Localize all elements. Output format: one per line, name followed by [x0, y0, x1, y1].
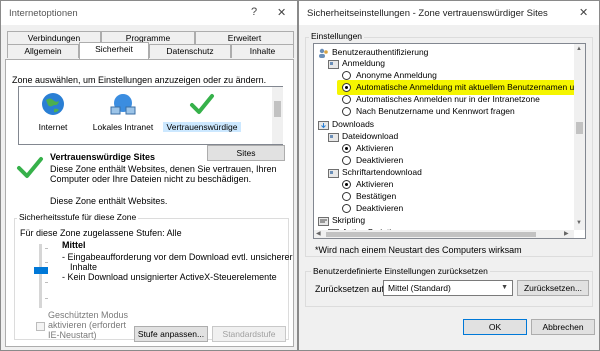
user-auth-icon: [319, 48, 328, 58]
tree-category: Dateidownload: [342, 131, 399, 141]
protected-mode-line1: Geschützten Modus: [48, 310, 129, 320]
security-level-group-label: Sicherheitsstufe für diese Zone: [17, 212, 139, 222]
reset-group-label: Benutzerdefinierte Einstellungen zurücks…: [311, 266, 490, 276]
settings-group-label: Einstellungen: [309, 31, 365, 41]
title-bar: Internetoptionen ? ✕: [1, 1, 297, 25]
custom-level-button[interactable]: Stufe anpassen...: [134, 326, 208, 342]
slider-thumb[interactable]: [34, 267, 48, 274]
level-desc-line2: Inhalte: [70, 262, 98, 272]
tree-option-label: Automatische Anmeldung mit aktuellem Ben…: [356, 82, 575, 92]
zone-label: Vertrauenswürdige: [163, 122, 241, 132]
tab-datenschutz[interactable]: Datenschutz: [149, 44, 231, 58]
tab-inhalte[interactable]: Inhalte: [231, 44, 294, 58]
radio-font-download-disable[interactable]: [342, 204, 351, 213]
hscrollbar-thumb[interactable]: [326, 232, 536, 237]
tree-category: Benutzerauthentifizierung: [332, 47, 429, 57]
settings-folder-icon: [328, 133, 339, 142]
sites-button[interactable]: Sites: [207, 145, 285, 161]
reset-to-label: Zurücksetzen auf:: [315, 284, 387, 294]
ok-button[interactable]: OK: [463, 319, 527, 335]
radio-font-download-prompt[interactable]: [342, 192, 351, 201]
tab-erweitert[interactable]: Erweitert: [195, 31, 294, 45]
tree-category: Downloads: [332, 119, 375, 129]
internet-options-window: Internetoptionen ? ✕ Verbindungen Progra…: [0, 0, 298, 351]
security-level-slider[interactable]: [34, 244, 48, 310]
downloads-icon: [318, 121, 329, 130]
scrollbar-thumb[interactable]: [274, 101, 281, 117]
radio-font-download-enable[interactable]: [342, 180, 351, 189]
tree-category: Skripting: [332, 215, 366, 225]
reset-level-select[interactable]: Mittel (Standard) ▼: [383, 280, 513, 296]
settings-folder-icon: [328, 169, 339, 178]
checkmark-icon: [17, 157, 43, 178]
settings-tree: Benutzerauthentifizierung Anmeldung Anon…: [313, 43, 586, 239]
radio-file-download-enable[interactable]: [342, 144, 351, 153]
zone-list: Internet Lokales Intranet Vertrauenswürd…: [18, 86, 283, 145]
security-tab-panel: Zone auswählen, um Einstellungen anzuzei…: [5, 59, 294, 347]
intranet-icon: [110, 94, 136, 115]
radio-anonymous-logon[interactable]: [342, 71, 351, 80]
title-bar: Sicherheitseinstellungen - Zone vertraue…: [299, 1, 599, 25]
tree-category: Schriftartendownload: [342, 167, 422, 177]
radio-intranet-logon[interactable]: [342, 95, 351, 104]
tab-sicherheit[interactable]: Sicherheit: [79, 42, 149, 59]
globe-icon: [42, 93, 64, 115]
tree-option-label: Nach Benutzername und Kennwort fragen: [356, 106, 515, 116]
zone-list-scrollbar[interactable]: [272, 87, 283, 144]
settings-tree-content: Benutzerauthentifizierung Anmeldung Anon…: [314, 44, 577, 238]
tree-category: Anmeldung: [342, 58, 386, 68]
tree-option-label: Automatisches Anmelden nur in der Intran…: [356, 94, 540, 104]
tab-allgemein[interactable]: Allgemein: [7, 44, 79, 58]
security-settings-window: Sicherheitseinstellungen - Zone vertraue…: [298, 0, 600, 351]
protected-mode-line3: IE-Neustart): [48, 330, 97, 340]
radio-automatic-logon[interactable]: [342, 83, 351, 92]
zone-label: Internet: [38, 122, 68, 132]
protected-mode-checkbox[interactable]: [36, 322, 45, 331]
scroll-left-icon[interactable]: ◀: [316, 230, 321, 237]
zone-trusted-sites[interactable]: Vertrauenswürdige: [163, 91, 241, 132]
scripting-icon: [318, 217, 329, 226]
zone-description-line1: Diese Zone enthält Websites, denen Sie v…: [50, 164, 277, 174]
settings-scrollbar[interactable]: ▲ ▼: [574, 44, 585, 230]
tree-option-label: Deaktivieren: [356, 155, 404, 165]
chevron-down-icon: ▼: [501, 284, 508, 291]
scrollbar-thumb[interactable]: [576, 122, 583, 134]
tree-option-label: Aktivieren: [356, 143, 394, 153]
reset-button[interactable]: Zurücksetzen...: [517, 280, 589, 296]
cancel-button[interactable]: Abbrechen: [531, 319, 595, 335]
window-title: Internetoptionen: [9, 8, 78, 19]
default-level-button[interactable]: Standardstufe: [212, 326, 286, 342]
close-icon[interactable]: ✕: [277, 6, 286, 19]
zone-has-sites: Diese Zone enthält Websites.: [50, 196, 168, 206]
zone-prompt: Zone auswählen, um Einstellungen anzuzei…: [12, 75, 267, 85]
scroll-right-icon[interactable]: ▶: [564, 230, 569, 237]
zone-description-line2: Computer oder Ihre Dateien nicht zu besc…: [50, 174, 252, 184]
zone-title: Vertrauenswürdige Sites: [50, 152, 156, 162]
scroll-down-icon[interactable]: ▼: [576, 220, 582, 226]
radio-prompt-credentials[interactable]: [342, 107, 351, 116]
zone-internet[interactable]: Internet: [21, 91, 85, 132]
checkmark-icon: [190, 94, 214, 114]
zone-label: Lokales Intranet: [92, 122, 154, 132]
protected-mode-line2: aktivieren (erfordert: [48, 320, 127, 330]
close-icon[interactable]: ✕: [579, 6, 588, 19]
restart-note: *Wird nach einem Neustart des Computers …: [315, 245, 522, 255]
tree-option-label: Aktivieren: [356, 179, 394, 189]
window-title: Sicherheitseinstellungen - Zone vertraue…: [307, 8, 548, 19]
level-name: Mittel: [62, 240, 86, 250]
zone-intranet[interactable]: Lokales Intranet: [87, 91, 159, 132]
tree-option-label: Deaktivieren: [356, 203, 404, 213]
allowed-levels: Für diese Zone zugelassene Stufen: Alle: [20, 228, 182, 238]
level-desc-line1: - Eingabeaufforderung vor dem Download e…: [62, 252, 293, 262]
help-icon[interactable]: ?: [251, 6, 257, 18]
radio-file-download-disable[interactable]: [342, 156, 351, 165]
tree-option-label: Bestätigen: [356, 191, 397, 201]
level-desc-line3: - Kein Download unsignierter ActiveX-Ste…: [62, 272, 277, 282]
settings-folder-icon: [328, 60, 339, 69]
scroll-up-icon[interactable]: ▲: [576, 46, 582, 52]
reset-level-value: Mittel (Standard): [388, 283, 451, 293]
settings-hscrollbar[interactable]: ◀ ▶: [314, 230, 574, 238]
